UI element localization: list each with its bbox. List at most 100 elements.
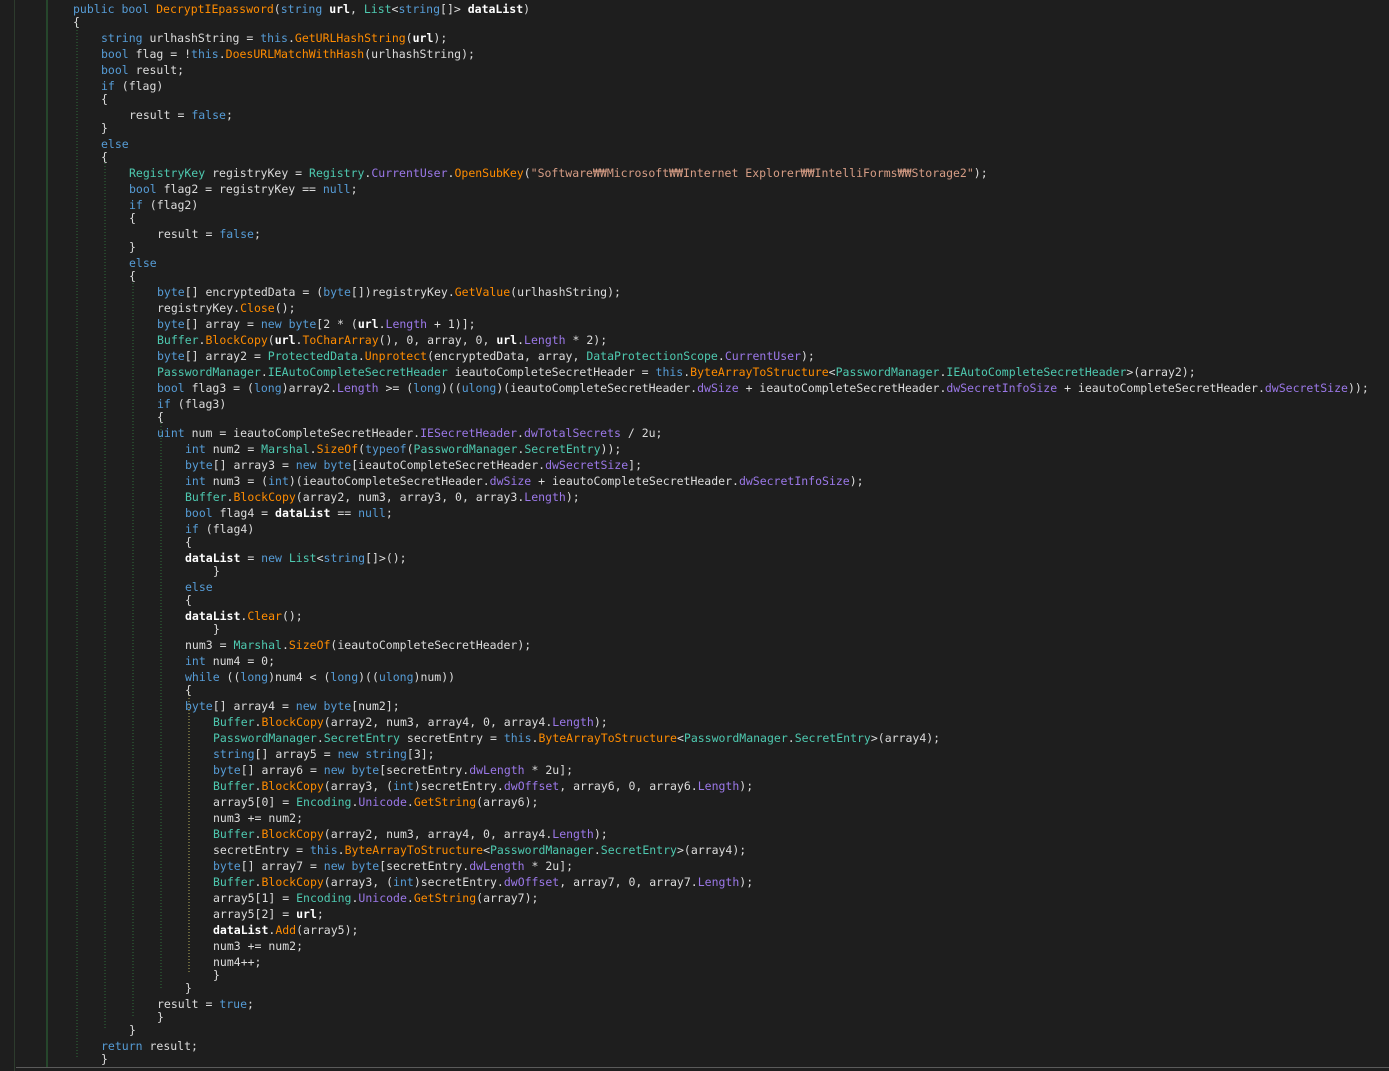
code-token: } [101,121,108,135]
code-line[interactable]: { [185,592,192,608]
code-line[interactable]: num4++; [213,954,261,970]
code-token: { [185,683,192,697]
code-token: dwSecretInfoSize [946,381,1058,395]
code-line[interactable]: int num2 = Marshal.SizeOf(typeof(Passwor… [185,441,621,457]
code-line[interactable]: byte[] array2 = ProtectedData.Unprotect(… [157,348,815,364]
code-line[interactable]: array5[0] = Encoding.Unicode.GetString(a… [213,794,538,810]
code-line[interactable]: } [185,980,192,996]
code-token: [3]; [406,747,435,761]
code-line[interactable]: public bool DecryptIEpassword(string url… [73,1,530,17]
code-token: (array5); [296,923,359,937]
code-line[interactable]: dataList.Clear(); [185,608,303,624]
code-token: >(array4); [870,731,941,745]
code-line[interactable]: PasswordManager.SecretEntry secretEntry … [213,730,940,746]
code-line[interactable]: { [157,409,164,425]
code-line[interactable]: num3 = Marshal.SizeOf(ieautoCompleteSecr… [185,637,531,653]
code-token: this [503,731,532,745]
code-token: new byte [260,317,317,331]
code-token: false [219,227,254,241]
code-line[interactable]: num3 += num2; [213,810,303,826]
code-line[interactable]: array5[1] = Encoding.Unicode.GetString(a… [213,890,538,906]
code-line[interactable]: bool flag3 = (long)array2.Length >= (lon… [157,380,1369,396]
code-line[interactable]: int num4 = 0; [185,653,275,669]
code-line[interactable]: { [129,268,136,284]
code-token: flag = ! [135,47,192,61]
code-line[interactable]: if (flag4) [185,521,254,537]
code-line[interactable]: int num3 = (int)(ieautoCompleteSecretHea… [185,473,864,489]
code-line[interactable]: num3 += num2; [213,938,303,954]
code-token: )(( [358,670,379,684]
code-line[interactable]: } [101,120,108,136]
code-line[interactable]: string[] array5 = new string[3]; [213,746,435,762]
code-line[interactable]: { [101,149,108,165]
code-token: new byte [323,763,380,777]
code-line[interactable]: if (flag) [101,78,163,94]
code-line[interactable]: } [129,239,136,255]
code-line[interactable]: registryKey.Close(); [157,300,296,316]
code-line[interactable]: result = true; [157,996,254,1012]
code-line[interactable]: { [185,682,192,698]
code-line[interactable]: Buffer.BlockCopy(array2, num3, array4, 0… [213,714,608,730]
code-token: num = ieautoCompleteSecretHeader. [191,426,421,440]
code-line[interactable]: return result; [101,1038,198,1054]
code-line[interactable]: byte[] array7 = new byte[secretEntry.dwL… [213,858,573,874]
code-line[interactable]: Buffer.BlockCopy(array3, (int)secretEntr… [213,778,753,794]
code-line[interactable]: byte[] encryptedData = (byte[])registryK… [157,284,621,300]
code-line[interactable]: Buffer.BlockCopy(array3, (int)secretEntr… [213,874,753,890]
code-line[interactable]: } [157,1009,164,1025]
code-line[interactable]: bool flag2 = registryKey == null; [129,181,358,197]
code-token: (array7); [476,891,539,905]
code-line[interactable]: Buffer.BlockCopy(array2, num3, array4, 0… [213,826,608,842]
code-line[interactable]: result = false; [129,107,233,123]
code-token: (encryptedData, array, [427,349,587,363]
code-line[interactable]: } [129,1022,136,1038]
code-line[interactable]: { [185,534,192,550]
code-line[interactable]: if (flag2) [129,197,198,213]
code-token: new byte [295,458,352,472]
code-token: ByteArrayToStructure [344,843,484,857]
code-line[interactable]: { [129,210,136,226]
code-line[interactable]: secretEntry = this.ByteArrayToStructure<… [213,842,746,858]
code-token: [] array2 = [184,349,268,363]
code-token: (array6); [476,795,539,809]
code-line[interactable]: } [101,1051,108,1067]
code-line[interactable]: { [101,91,108,107]
code-line[interactable]: uint num = ieautoCompleteSecretHeader.IE… [157,425,662,441]
code-token: result = [157,997,220,1011]
code-token: (flag4) [205,522,255,536]
code-token: ProtectedData [267,349,358,363]
code-line[interactable]: PasswordManager.IEAutoCompleteSecretHead… [157,364,1196,380]
code-line[interactable]: array5[2] = url; [213,906,324,922]
code-token: url [357,317,379,331]
code-editor[interactable]: public bool DecryptIEpassword(string url… [0,0,1389,1071]
code-line[interactable]: RegistryKey registryKey = Registry.Curre… [129,165,988,181]
code-line[interactable]: } [213,563,220,579]
code-line[interactable]: while ((long)num4 < (long)((ulong)num)) [185,669,455,685]
code-line[interactable]: dataList.Add(array5); [213,922,358,938]
code-token: long [413,381,441,395]
code-line[interactable]: Buffer.BlockCopy(url.ToCharArray(), 0, a… [157,332,607,348]
code-token: . [517,333,525,347]
code-token: dwSize [697,381,739,395]
code-token: Buffer [185,490,227,504]
code-line[interactable]: { [73,14,80,30]
code-token: Buffer [213,875,255,889]
code-line[interactable]: bool flag4 = dataList == null; [185,505,393,521]
code-line[interactable]: byte[] array = new byte[2 * (url.Length … [157,316,476,332]
code-line[interactable]: string urlhashString = this.GetURLHashSt… [101,30,447,46]
code-token: . [337,843,345,857]
code-token: Length [524,490,566,504]
code-line[interactable]: } [213,621,220,637]
code-line[interactable]: result = false; [157,226,261,242]
code-line[interactable]: if (flag3) [157,396,226,412]
code-line[interactable]: bool flag = !this.DoesURLMatchWithHash(u… [101,46,475,62]
code-token: urlhashString = [149,31,261,45]
code-token: (flag2) [149,198,199,212]
code-line[interactable]: byte[] array6 = new byte[secretEntry.dwL… [213,762,573,778]
code-line[interactable]: bool result; [101,62,184,78]
code-line[interactable]: Buffer.BlockCopy(array2, num3, array3, 0… [185,489,580,505]
code-token: PasswordManager [683,731,788,745]
code-line[interactable]: byte[] array4 = new byte[num2]; [185,698,400,714]
code-line[interactable]: } [213,967,220,983]
code-line[interactable]: byte[] array3 = new byte[ieautoCompleteS… [185,457,642,473]
